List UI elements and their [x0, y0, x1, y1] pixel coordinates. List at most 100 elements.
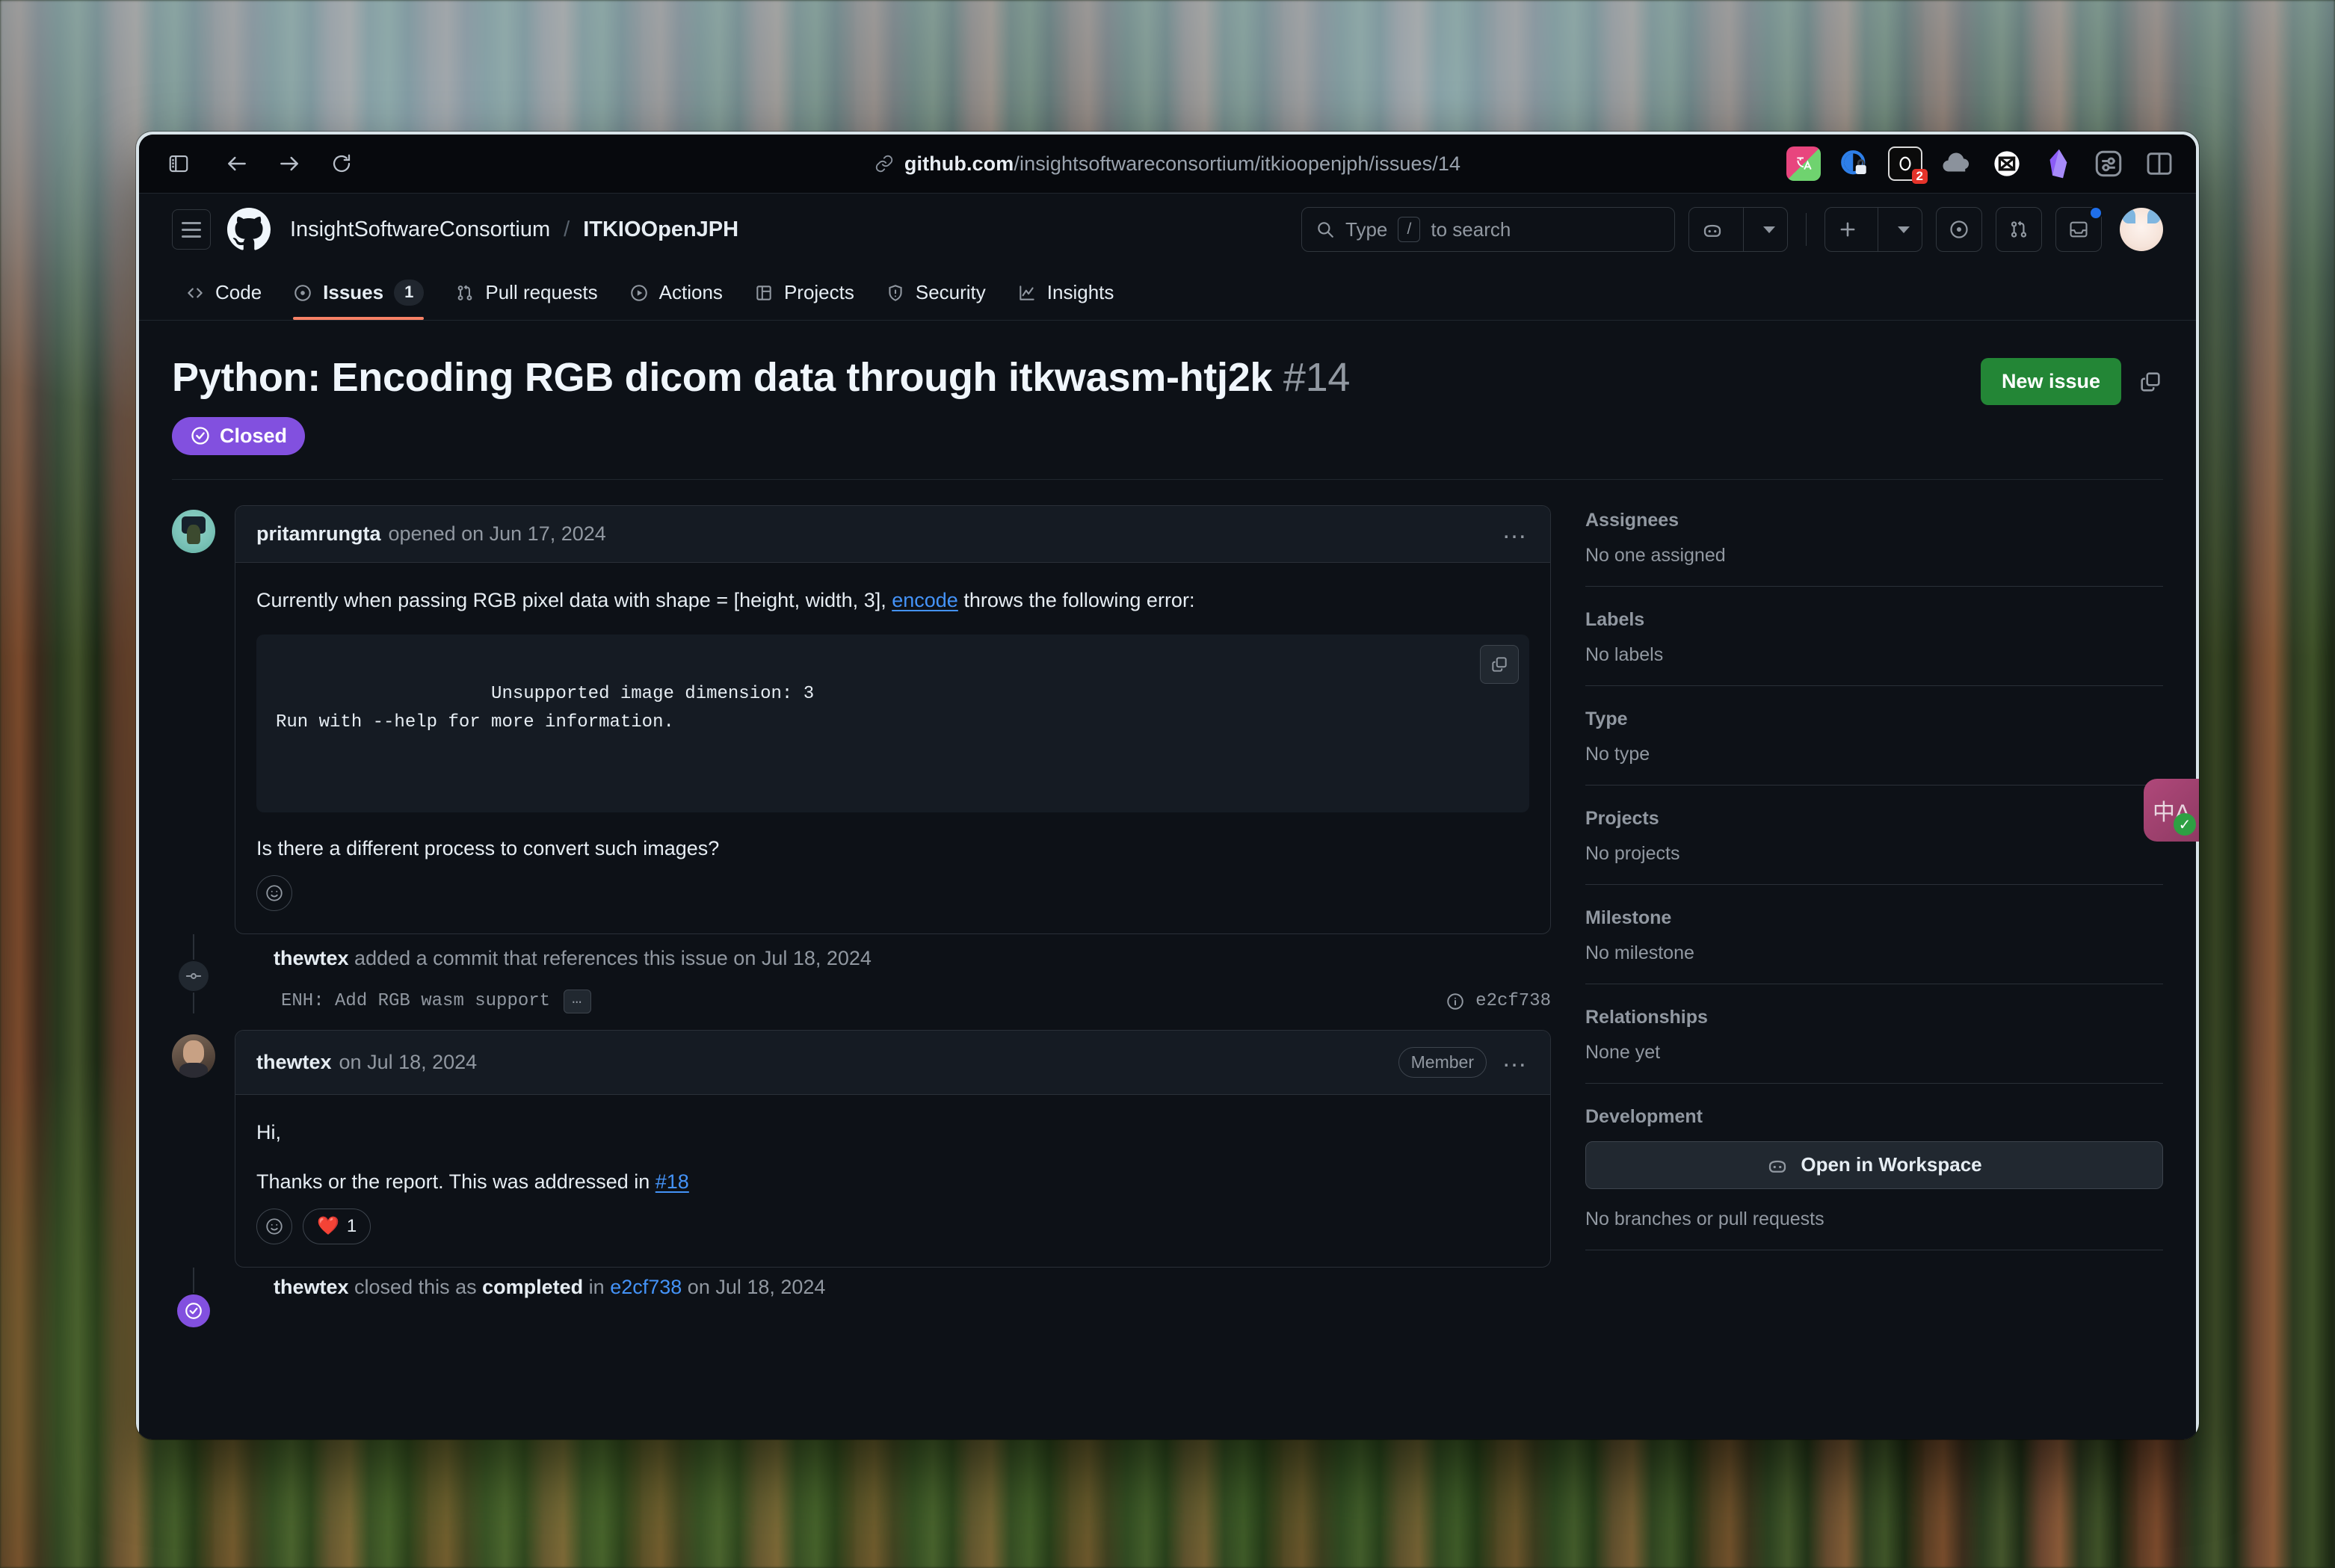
timeline-rail: [172, 1267, 215, 1329]
translate-widget[interactable]: 中A ✓: [2144, 779, 2199, 842]
avatar[interactable]: [172, 509, 215, 553]
sidebar-section-development: Development Open in Workspace No branche…: [1585, 1106, 2163, 1250]
comment-paragraph-2: Is there a different process to convert …: [256, 837, 720, 860]
sidebar-type-title[interactable]: Type: [1585, 709, 2163, 730]
closed-event-line: thewtex closed this as completed in e2cf…: [235, 1274, 1551, 1302]
translate-extension-icon[interactable]: [1786, 146, 1821, 181]
add-reaction-button[interactable]: [256, 1208, 292, 1244]
commit-expand-button[interactable]: …: [564, 989, 592, 1013]
nav-security-label: Security: [915, 281, 986, 303]
sidebar-relationships-value: None yet: [1585, 1041, 1661, 1063]
settings-extension-icon[interactable]: [2091, 146, 2126, 181]
code-icon: [185, 283, 205, 303]
commit-row: ENH: Add RGB wasm support … e2cf738: [235, 989, 1551, 1013]
comment-author[interactable]: thewtex: [256, 1051, 332, 1074]
issue-title-text: Python: Encoding RGB dicom data through …: [172, 355, 1273, 400]
nav-insights[interactable]: Insights: [1004, 265, 1128, 320]
issue-closed-icon: [177, 1294, 210, 1327]
reload-icon[interactable]: [321, 143, 362, 184]
sidebar-section-milestone: Milestone No milestone: [1585, 907, 2163, 984]
divider: [1585, 685, 2163, 686]
browser-window: github.com/insightsoftwareconsortium/itk…: [136, 132, 2199, 1439]
link-icon: [875, 154, 894, 173]
github-global-header: InsightSoftwareConsortium / ITKIOOpenJPH…: [139, 194, 2196, 265]
copilot-button[interactable]: [1688, 207, 1788, 252]
comment-body: Currently when passing RGB pixel data wi…: [235, 563, 1550, 933]
copy-icon[interactable]: [2138, 369, 2163, 395]
notification-indicator: [2089, 206, 2103, 220]
closed-text-after: on Jul 18, 2024: [682, 1276, 826, 1299]
reaction-heart[interactable]: ❤️ 1: [303, 1208, 371, 1244]
breadcrumb-repo[interactable]: ITKIOOpenJPH: [583, 217, 738, 242]
sidebar-assignees-title[interactable]: Assignees: [1585, 510, 2163, 531]
sidebar-section-relationships: Relationships None yet: [1585, 1007, 2163, 1083]
paragraph-2-before: Thanks or the report. This was addressed…: [256, 1170, 656, 1193]
notion-extension-icon[interactable]: 2: [1888, 146, 1928, 184]
copilot-icon[interactable]: [1689, 208, 1736, 251]
comment-paragraph-2: Thanks or the report. This was addressed…: [256, 1167, 1529, 1198]
closed-commit-link[interactable]: e2cf738: [610, 1276, 682, 1298]
github-logo-icon[interactable]: [227, 208, 271, 251]
sidebar-section-projects: Projects No projects: [1585, 808, 2163, 884]
avatar[interactable]: [235, 945, 263, 973]
sidebar-toggle-icon[interactable]: [158, 143, 199, 184]
comment-pritamrungta: pritamrungta opened on Jun 17, 2024 … Cu…: [172, 504, 1551, 934]
your-issues-button[interactable]: [1936, 207, 1982, 252]
url-text[interactable]: github.com/insightsoftwareconsortium/itk…: [904, 152, 1460, 176]
issue-content: Python: Encoding RGB dicom data through …: [139, 321, 2196, 1439]
create-dropdown-caret[interactable]: [1886, 208, 1922, 251]
issue-opened-icon: [293, 283, 312, 303]
search-placeholder: Type: [1345, 217, 1388, 241]
split-view-icon[interactable]: [2142, 146, 2177, 181]
reaction-row: [256, 872, 1529, 917]
commit-sha[interactable]: e2cf738: [1475, 991, 1551, 1011]
commit-message[interactable]: ENH: Add RGB wasm support: [281, 991, 550, 1011]
notifications-inbox-button[interactable]: [2055, 206, 2103, 252]
open-in-workspace-button[interactable]: Open in Workspace: [1585, 1140, 2163, 1189]
add-reaction-button[interactable]: [256, 874, 292, 911]
forward-icon[interactable]: [269, 143, 309, 184]
nav-actions[interactable]: Actions: [616, 265, 736, 320]
breadcrumb-owner[interactable]: InsightSoftwareConsortium: [290, 217, 550, 242]
nav-issues[interactable]: Issues 1: [280, 265, 437, 320]
your-pull-requests-button[interactable]: [1996, 207, 2042, 252]
header-divider: [1806, 213, 1807, 246]
sidebar-milestone-title[interactable]: Milestone: [1585, 907, 2163, 929]
global-menu-button[interactable]: [172, 209, 211, 250]
issue-18-link[interactable]: #18: [656, 1170, 689, 1193]
copilot-dropdown-caret[interactable]: [1751, 208, 1787, 251]
privacy-lock-extension-icon[interactable]: [1837, 146, 1872, 181]
user-avatar[interactable]: [2120, 208, 2163, 251]
comment-author[interactable]: pritamrungta: [256, 522, 381, 546]
commit-event-author[interactable]: thewtex: [274, 947, 349, 969]
divider: [1585, 1082, 2163, 1084]
avatar[interactable]: [172, 1034, 215, 1078]
comment-menu-button[interactable]: …: [1502, 1046, 1529, 1072]
search-input[interactable]: Type / to search: [1301, 207, 1675, 252]
new-issue-button[interactable]: New issue: [1980, 358, 2121, 405]
sidebar-projects-title[interactable]: Projects: [1585, 808, 2163, 830]
encode-link[interactable]: encode: [892, 589, 958, 611]
obsidian-extension-icon[interactable]: [2041, 146, 2075, 181]
check-icon: ✓: [2174, 813, 2196, 836]
create-new-button[interactable]: [1824, 207, 1922, 252]
nav-projects[interactable]: Projects: [741, 265, 868, 320]
comment-header: pritamrungta opened on Jun 17, 2024 …: [235, 505, 1550, 563]
commit-sha-group: e2cf738: [1446, 991, 1551, 1011]
sidebar-relationships-title[interactable]: Relationships: [1585, 1007, 2163, 1028]
cloud-extension-icon[interactable]: [1939, 146, 1973, 181]
search-suffix: to search: [1431, 217, 1511, 241]
comment-menu-button[interactable]: …: [1502, 517, 1529, 544]
nav-pull-requests[interactable]: Pull requests: [442, 265, 611, 320]
git-pull-request-icon: [455, 283, 475, 303]
back-icon[interactable]: [217, 143, 257, 184]
nav-code[interactable]: Code: [172, 265, 275, 320]
header-actions: Type / to search: [1301, 206, 2163, 252]
nav-security[interactable]: Security: [872, 265, 999, 320]
mailbox-extension-icon[interactable]: [1990, 146, 2024, 181]
copy-code-button[interactable]: [1480, 644, 1519, 684]
sidebar-labels-title[interactable]: Labels: [1585, 609, 2163, 631]
closed-event-author[interactable]: thewtex: [274, 1276, 349, 1298]
plus-icon[interactable]: [1825, 208, 1870, 251]
avatar[interactable]: [235, 1274, 263, 1302]
